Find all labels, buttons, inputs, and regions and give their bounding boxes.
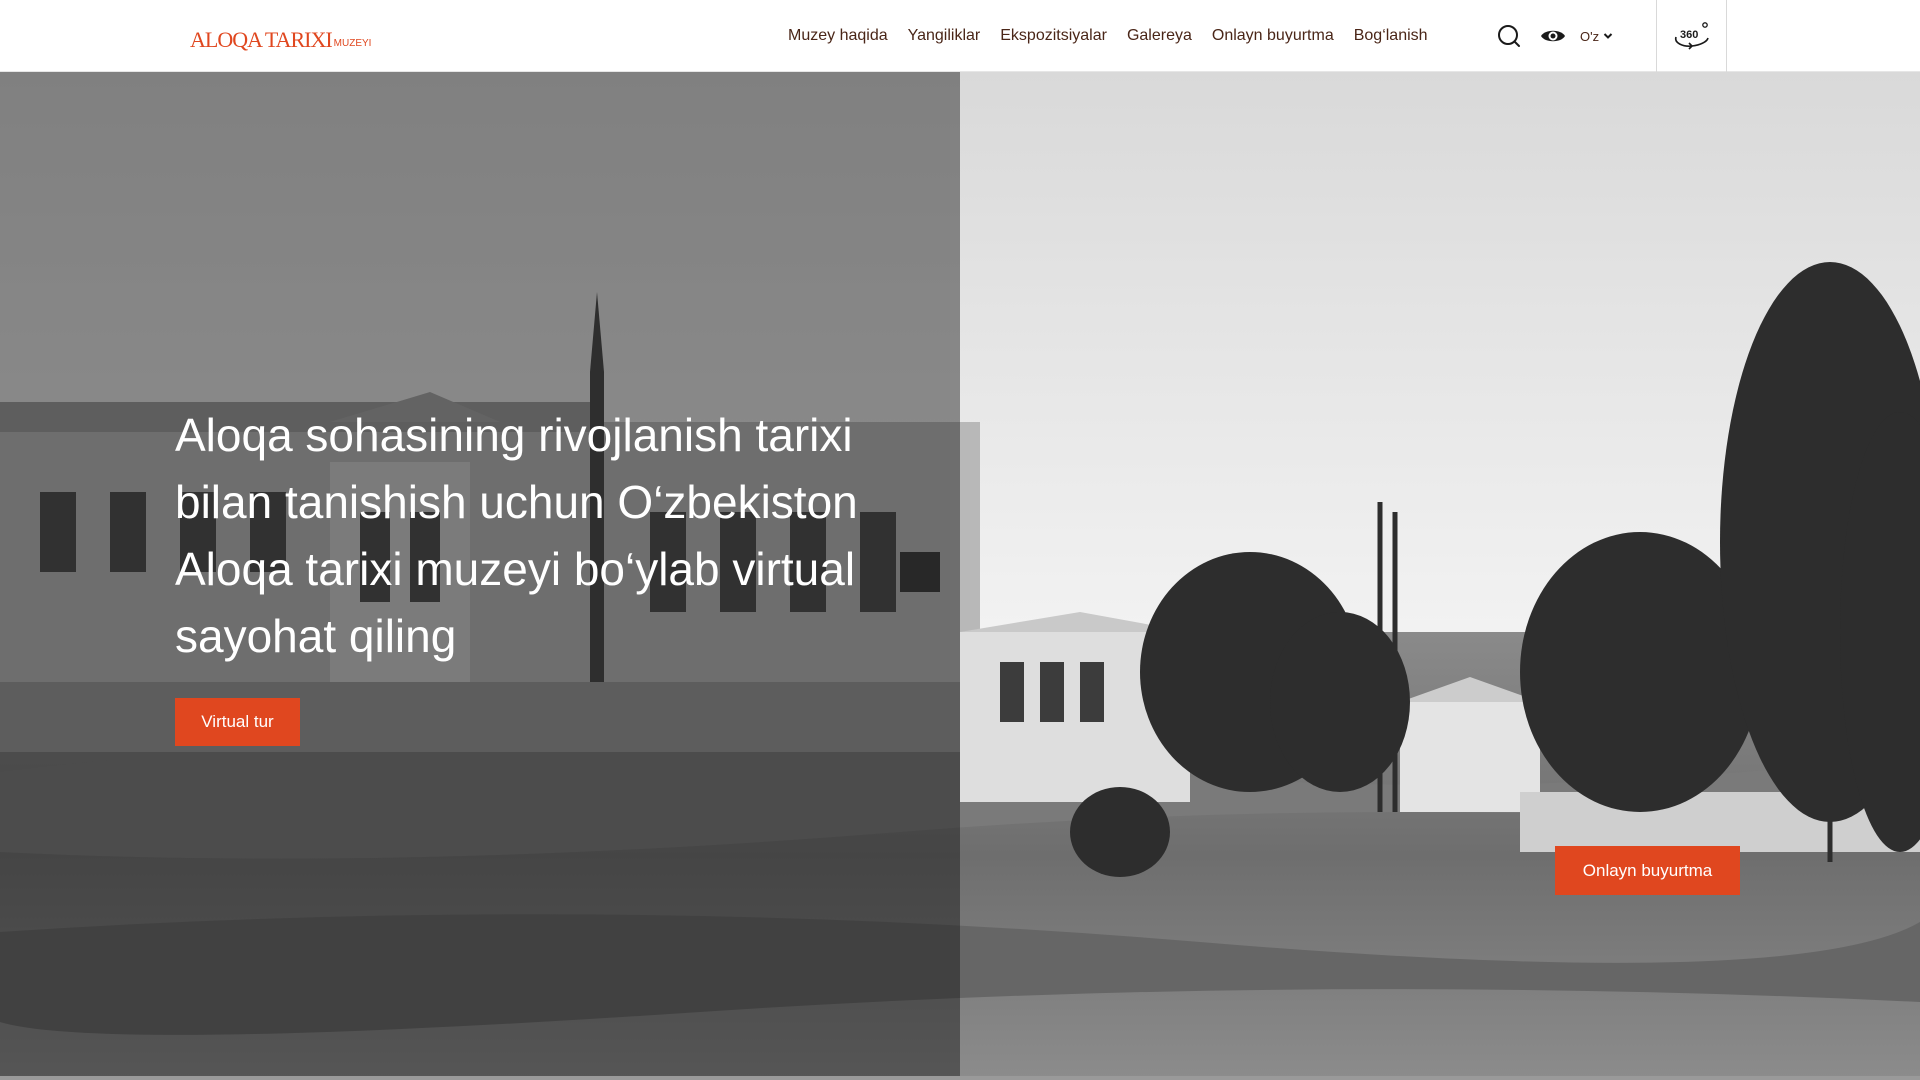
search-icon: [1498, 25, 1520, 47]
virtual-tour-button[interactable]: Virtual tur: [175, 698, 300, 746]
logo-subtitle: MUZEYI: [333, 38, 372, 49]
nav-item-gallery[interactable]: Galereya: [1127, 27, 1192, 45]
header-divider: [1726, 0, 1727, 72]
logo-title: ALOQA TARIXI: [190, 27, 333, 52]
nav-item-contact[interactable]: Bog‘lanish: [1354, 27, 1428, 45]
language-selector[interactable]: O'z: [1580, 29, 1613, 44]
hero-section: Aloqa sohasining rivojlanish tarixi bila…: [0, 72, 1920, 1080]
online-order-button[interactable]: Onlayn buyurtma: [1555, 846, 1740, 895]
main-nav: Muzey haqida Yangiliklar Ekspozitsiyalar…: [788, 0, 1448, 72]
museum-logo[interactable]: ALOQA TARIXI MUZEYI: [190, 22, 371, 52]
nav-item-news[interactable]: Yangiliklar: [908, 27, 981, 45]
eye-icon: [1541, 30, 1565, 42]
chevron-down-icon: [1603, 31, 1613, 41]
nav-item-expositions[interactable]: Ekspozitsiyalar: [1000, 27, 1107, 45]
language-label: O'z: [1580, 28, 1600, 44]
bottom-strip: [0, 1076, 1920, 1080]
site-header: ALOQA TARIXI MUZEYI Muzey haqida Yangili…: [0, 0, 1920, 72]
hero-title: Aloqa sohasining rivojlanish tarixi bila…: [175, 409, 858, 662]
tour-360-icon: 360: [1674, 22, 1709, 50]
tour-360-label: 360: [1680, 29, 1698, 41]
nav-item-about[interactable]: Muzey haqida: [788, 27, 888, 45]
tour-360-button[interactable]: 360: [1657, 0, 1726, 72]
accessibility-button[interactable]: [1540, 23, 1566, 49]
header-tools: O'z: [1496, 0, 1613, 72]
nav-item-online-order[interactable]: Onlayn buyurtma: [1212, 27, 1334, 45]
search-button[interactable]: [1496, 23, 1522, 49]
